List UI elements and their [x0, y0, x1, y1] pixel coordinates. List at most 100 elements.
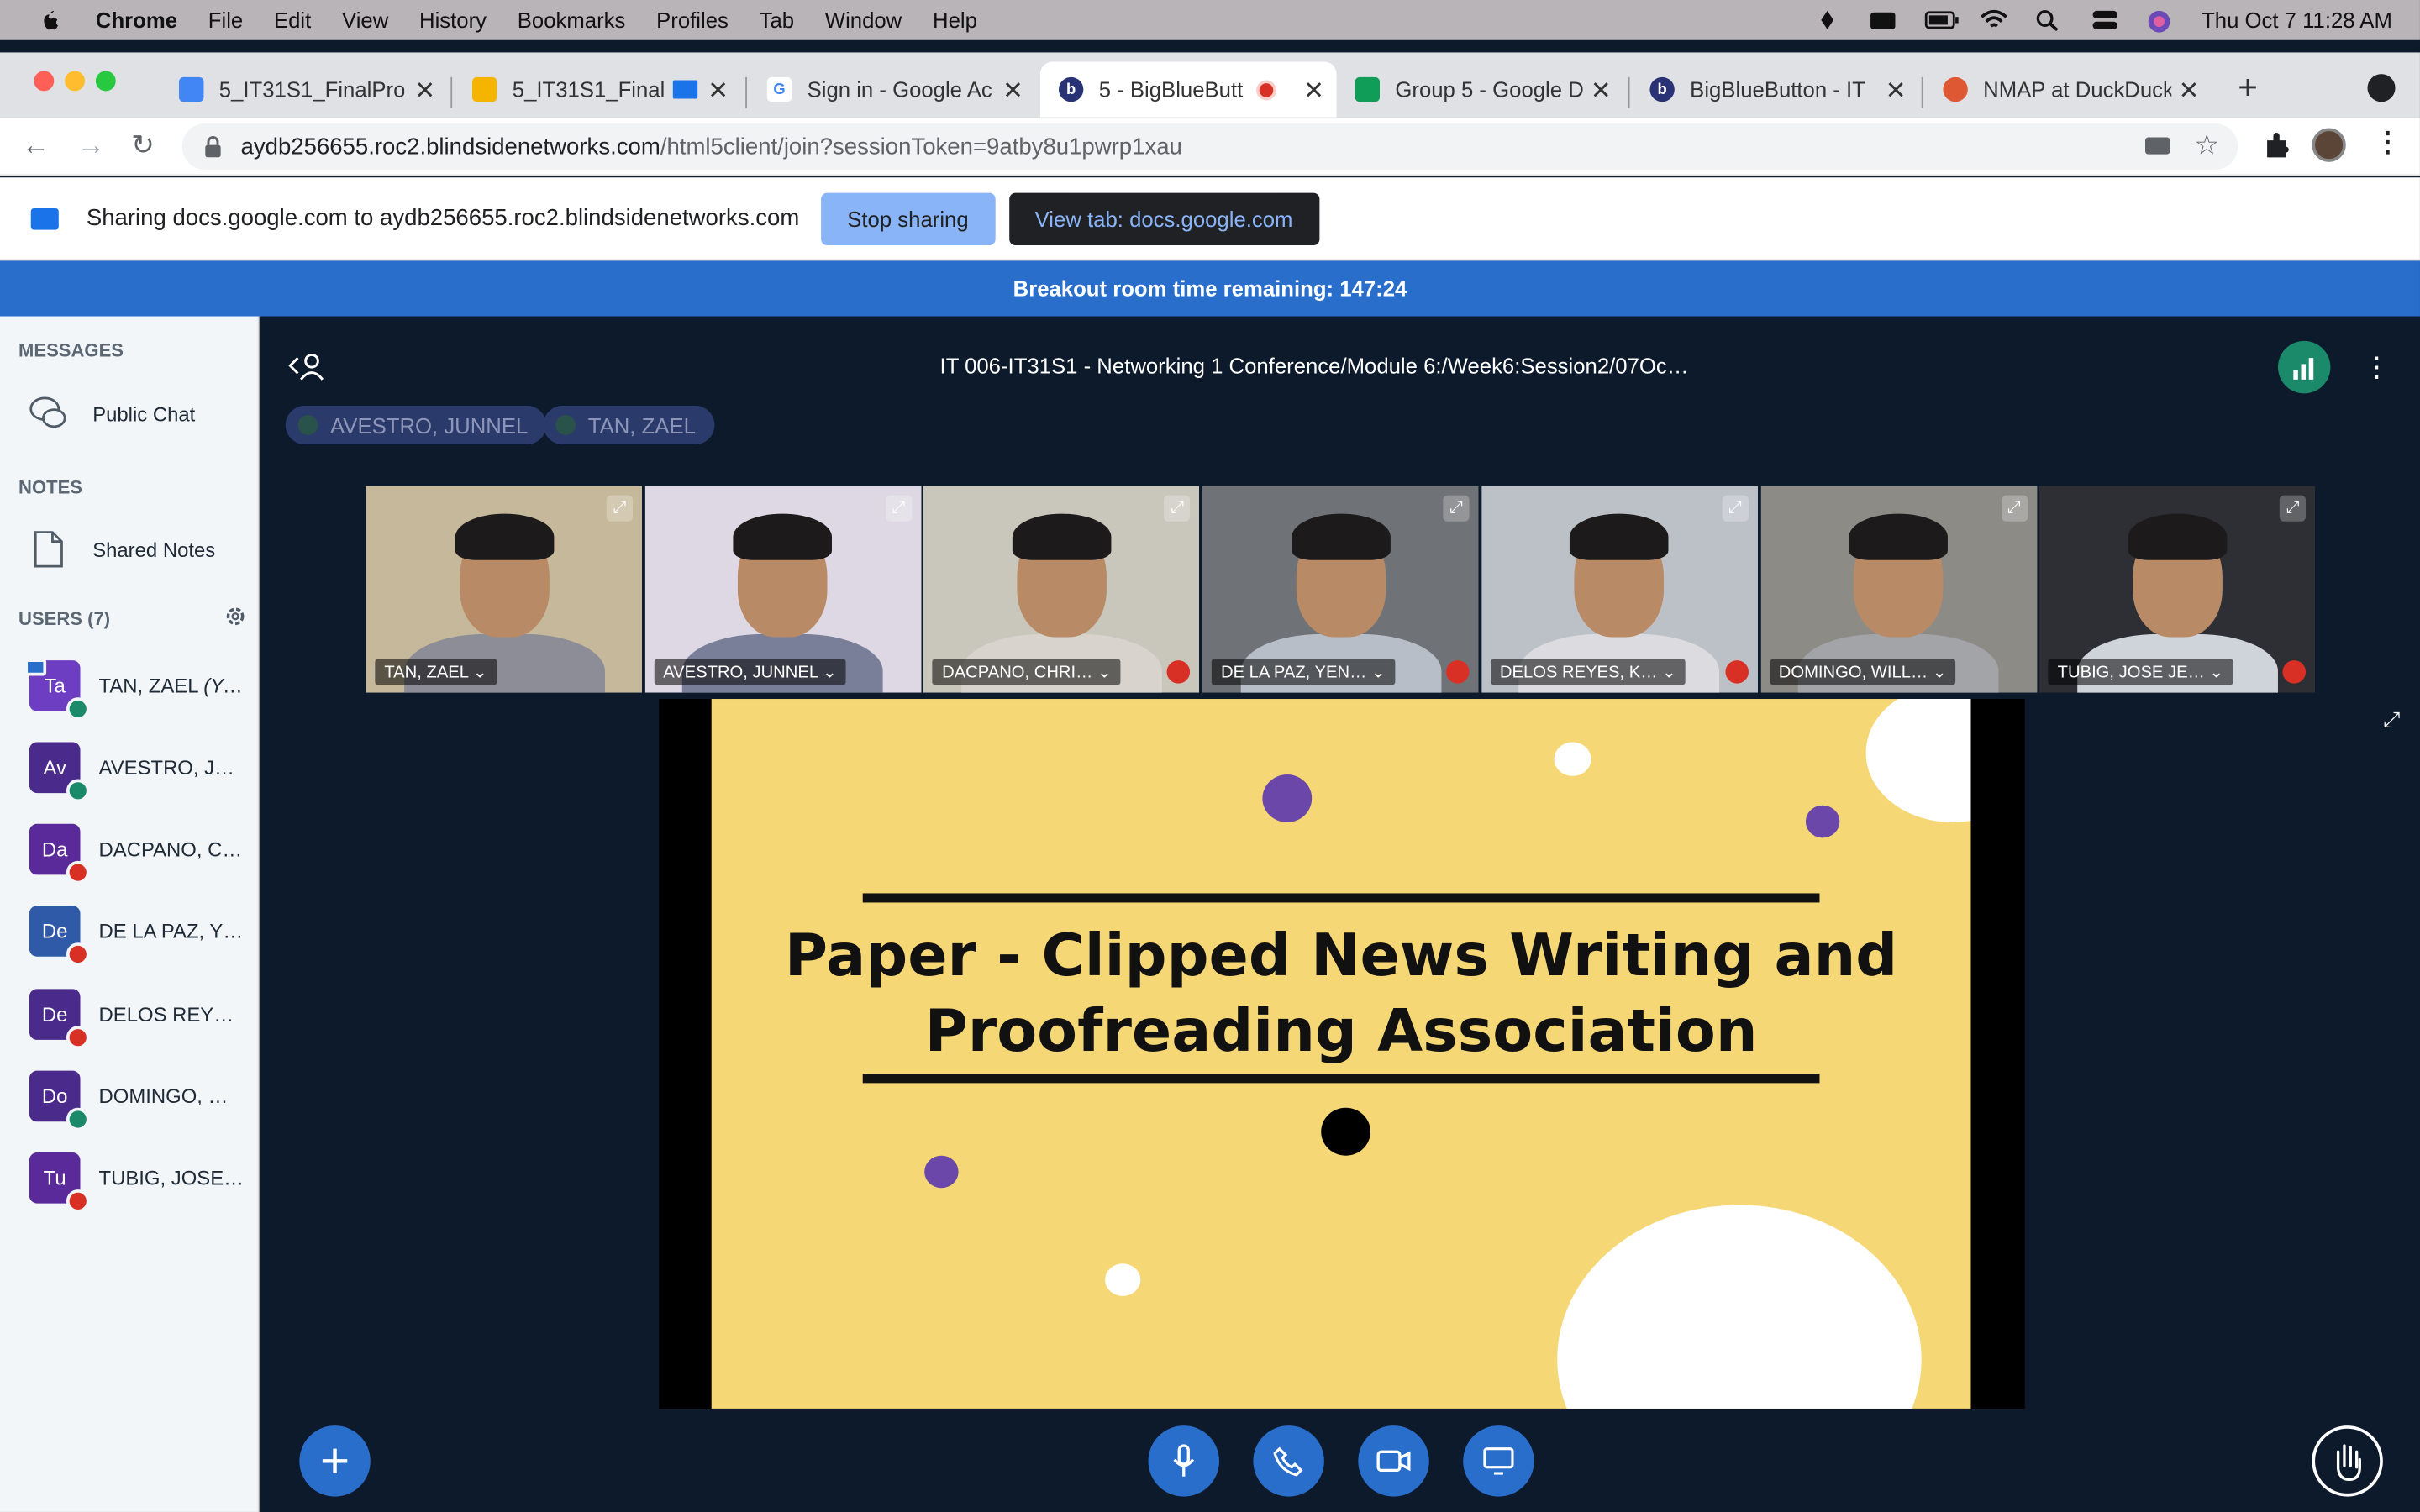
expand-video-icon[interactable]: ⤢	[606, 495, 634, 522]
user-list-item[interactable]: Da DACPANO, CH…	[0, 811, 260, 888]
lock-icon[interactable]	[203, 136, 222, 158]
webcam-tile[interactable]: ⤢ DELOS REYES, K… ⌄	[1481, 486, 1758, 693]
control-center-icon[interactable]	[2091, 9, 2118, 31]
user-list-item[interactable]: De DE LA PAZ, YE…	[0, 893, 260, 970]
tab-label: BigBlueButton - IT	[1690, 76, 1865, 102]
webcam-tile[interactable]: ⤢ DACPANO, CHRI… ⌄	[923, 486, 1200, 693]
tab-google-sign-in[interactable]: G Sign in - Google Ac ✕	[749, 61, 1036, 117]
webcam-user-label[interactable]: DE LA PAZ, YEN… ⌄	[1211, 659, 1395, 685]
extensions-puzzle-icon[interactable]	[2263, 131, 2291, 166]
apple-icon[interactable]	[37, 8, 61, 32]
reload-icon[interactable]: ↻	[131, 129, 155, 162]
close-tab-icon[interactable]: ✕	[1002, 76, 1023, 107]
toggle-user-list-icon[interactable]	[288, 350, 325, 389]
menu-profiles[interactable]: Profiles	[656, 8, 729, 32]
microphone-icon	[66, 779, 90, 802]
screen-share-status-icon[interactable]	[1868, 9, 1896, 31]
webcam-tile[interactable]: ⤢ TUBIG, JOSE JE… ⌄	[2039, 486, 2316, 693]
participant-hair	[733, 513, 833, 560]
stop-sharing-button[interactable]: Stop sharing	[821, 192, 995, 245]
battery-icon[interactable]	[1923, 9, 1958, 31]
shared-notes-item[interactable]: Shared Notes	[0, 518, 260, 580]
user-name: DOMINGO, WIL…	[98, 1084, 247, 1108]
webcam-tile[interactable]: ⤢ TAN, ZAEL ⌄	[366, 486, 643, 693]
webcam-user-label[interactable]: DELOS REYES, K… ⌄	[1490, 659, 1686, 685]
connection-status-button[interactable]	[2277, 340, 2331, 394]
webcam-user-label[interactable]: TUBIG, JOSE JE… ⌄	[2048, 659, 2233, 685]
maximize-window-button[interactable]	[95, 71, 116, 92]
tab-bigbluebutton-active[interactable]: b 5 - BigBlueButt ✕	[1039, 61, 1337, 118]
camera-in-use-icon[interactable]	[2145, 137, 2170, 155]
tab-nmap-duckduckgo[interactable]: NMAP at DuckDuck ✕	[1924, 61, 2212, 117]
audio-phone-button[interactable]	[1253, 1425, 1324, 1497]
new-tab-icon[interactable]: +	[2238, 68, 2258, 108]
user-list-item[interactable]: Av AVESTRO, JUN…	[0, 728, 260, 806]
tab-final-slides[interactable]: 5_IT31S1_Final ✕	[454, 61, 741, 117]
user-options-gear-icon[interactable]	[224, 605, 247, 636]
menubar-clock[interactable]: Thu Oct 7 11:28 AM	[2202, 8, 2392, 32]
options-menu-icon[interactable]: ⋮	[2363, 352, 2391, 383]
tab-group5-drive[interactable]: Group 5 - Google D ✕	[1337, 61, 1624, 117]
talking-indicator[interactable]: AVESTRO, JUNNEL	[285, 406, 547, 444]
google-docs-icon	[179, 76, 204, 102]
expand-video-icon[interactable]: ⤢	[1443, 495, 1470, 522]
user-initials: Do	[41, 1084, 68, 1108]
close-tab-icon[interactable]: ✕	[2179, 76, 2200, 107]
tab-final-project-doc[interactable]: 5_IT31S1_FinalProje ✕	[160, 61, 448, 117]
webcam-tile[interactable]: ⤢ DOMINGO, WILL… ⌄	[1760, 486, 2037, 693]
webcam-user-label[interactable]: DOMINGO, WILL… ⌄	[1769, 659, 1956, 685]
tab-bigbluebutton-it[interactable]: b BigBlueButton - IT ✕	[1631, 61, 1918, 117]
profile-avatar[interactable]	[2312, 128, 2346, 162]
forward-icon[interactable]: →	[77, 129, 105, 162]
view-shared-tab-button[interactable]: View tab: docs.google.com	[1008, 192, 1319, 245]
close-tab-icon[interactable]: ✕	[1591, 76, 1612, 107]
fullscreen-presentation-icon[interactable]: ⤢	[2383, 706, 2401, 732]
talking-dot	[297, 415, 318, 435]
actions-plus-button[interactable]	[299, 1425, 371, 1497]
microphone-button[interactable]	[1148, 1425, 1219, 1497]
menu-tab[interactable]: Tab	[760, 8, 794, 32]
close-tab-icon[interactable]: ✕	[1886, 76, 1907, 107]
siri-icon[interactable]	[2146, 9, 2174, 33]
webcam-user-label[interactable]: TAN, ZAEL ⌄	[375, 659, 497, 685]
screen-share-button[interactable]	[1463, 1425, 1534, 1497]
pinwheel-icon[interactable]	[1812, 9, 1840, 31]
menu-file[interactable]: File	[208, 8, 243, 32]
menu-help[interactable]: Help	[933, 8, 977, 32]
expand-video-icon[interactable]: ⤢	[1164, 495, 1191, 522]
expand-video-icon[interactable]: ⤢	[2280, 495, 2307, 522]
expand-video-icon[interactable]: ⤢	[885, 495, 912, 522]
webcam-user-label[interactable]: DACPANO, CHRI… ⌄	[933, 659, 1121, 685]
wifi-icon[interactable]	[1980, 9, 2007, 31]
menu-bookmarks[interactable]: Bookmarks	[518, 8, 626, 32]
user-list-item[interactable]: De DELOS REYES, …	[0, 975, 260, 1053]
raise-hand-button[interactable]	[2312, 1425, 2383, 1497]
user-list-item[interactable]: Do DOMINGO, WIL…	[0, 1058, 260, 1135]
menu-view[interactable]: View	[342, 8, 388, 32]
camera-button[interactable]	[1358, 1425, 1429, 1497]
bookmark-star-icon[interactable]: ☆	[2195, 129, 2220, 162]
menu-app-name[interactable]: Chrome	[96, 8, 177, 32]
user-initials: Av	[43, 755, 66, 780]
talking-indicator[interactable]: TAN, ZAEL	[543, 406, 714, 444]
close-tab-icon[interactable]: ✕	[414, 76, 435, 107]
spotlight-search-icon[interactable]	[2035, 9, 2063, 32]
tab-search-icon[interactable]	[2367, 74, 2396, 102]
webcam-tile[interactable]: ⤢ DE LA PAZ, YEN… ⌄	[1202, 486, 1479, 693]
back-icon[interactable]: ←	[22, 129, 50, 162]
expand-video-icon[interactable]: ⤢	[1722, 495, 1749, 522]
public-chat-item[interactable]: Public Chat	[0, 383, 260, 444]
minimize-window-button[interactable]	[65, 71, 86, 92]
close-window-button[interactable]	[34, 71, 55, 92]
expand-video-icon[interactable]: ⤢	[2001, 495, 2028, 522]
user-list-item[interactable]: Tu TUBIG, JOSE J…	[0, 1140, 260, 1217]
menu-window[interactable]: Window	[825, 8, 902, 32]
address-bar[interactable]: aydb256655.roc2.blindsidenetworks.com/ht…	[182, 123, 2238, 171]
close-tab-icon[interactable]: ✕	[1303, 76, 1324, 107]
close-tab-icon[interactable]: ✕	[708, 76, 729, 107]
webcam-user-label[interactable]: AVESTRO, JUNNEL ⌄	[654, 659, 846, 685]
chrome-menu-icon[interactable]: ⋮	[2374, 127, 2402, 160]
menu-history[interactable]: History	[419, 8, 487, 32]
webcam-tile[interactable]: ⤢ AVESTRO, JUNNEL ⌄	[644, 486, 921, 693]
menu-edit[interactable]: Edit	[274, 8, 311, 32]
